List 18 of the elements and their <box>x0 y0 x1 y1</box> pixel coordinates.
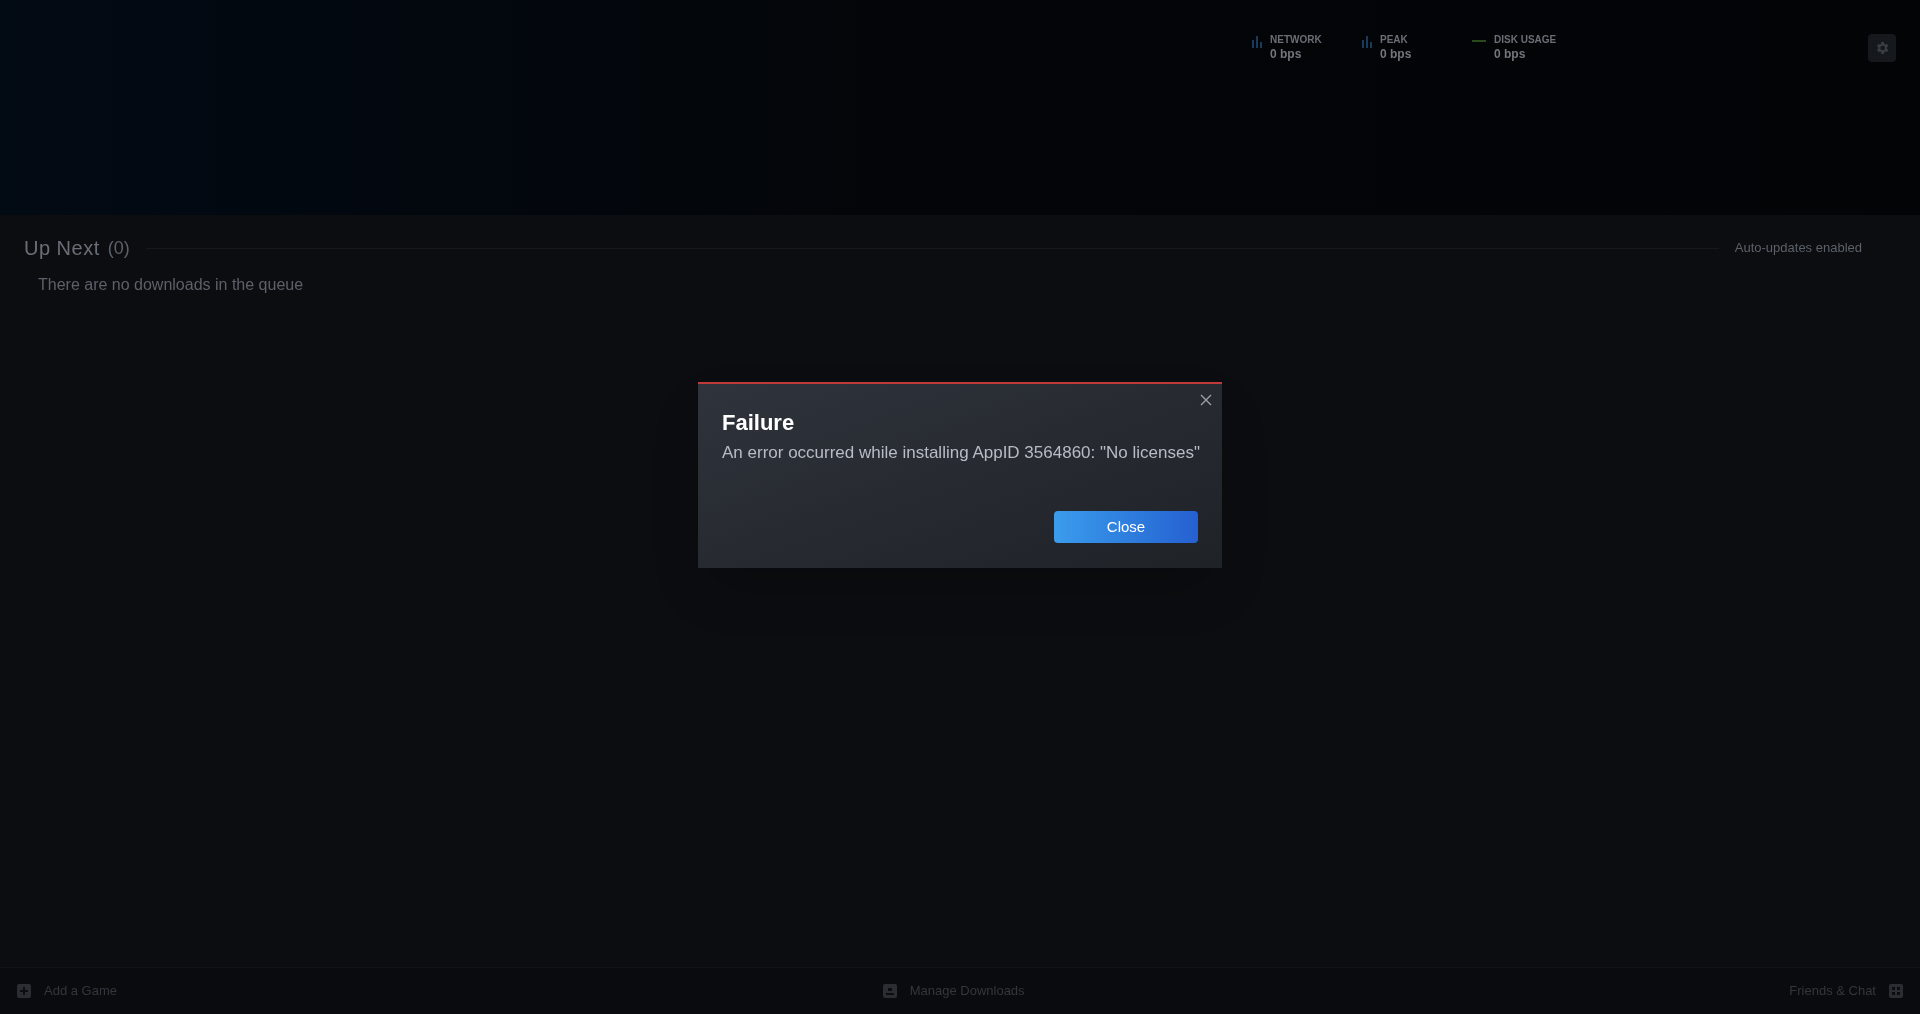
stat-label: DISK USAGE <box>1494 34 1557 46</box>
stat-value: 0 bps <box>1380 46 1412 62</box>
settings-icon <box>1874 40 1890 56</box>
dialog-message: An error occurred while installing AppID 3564860: "No licenses" <box>722 442 1200 464</box>
dialog-title: Failure <box>722 409 795 437</box>
stat-value: 0 bps <box>1494 46 1527 62</box>
section-title: Up Next <box>24 236 100 261</box>
download-tray-icon <box>881 983 898 999</box>
close-button[interactable]: Close <box>1054 511 1198 543</box>
auto-updates-status: Auto-updates enabled <box>1734 239 1862 258</box>
empty-queue-message: There are no downloads in the queue <box>38 275 305 295</box>
close-icon[interactable] <box>1198 392 1214 408</box>
grid-icon <box>1888 983 1904 999</box>
stat-value: 0 bps <box>1270 46 1303 62</box>
stat-label: NETWORK <box>1270 34 1322 46</box>
plus-icon <box>16 983 32 999</box>
queue-count: (0) <box>107 236 130 260</box>
stat-label: PEAK <box>1380 34 1409 46</box>
